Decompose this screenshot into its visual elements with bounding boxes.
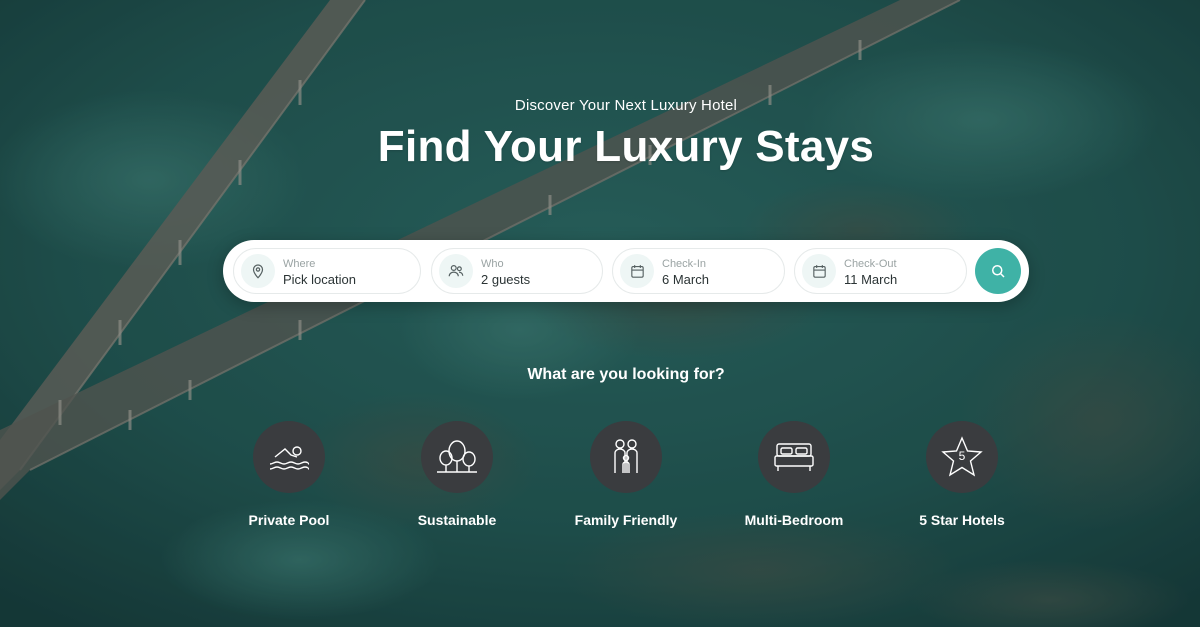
categories-heading: What are you looking for?	[527, 366, 725, 383]
category-sustainable[interactable]: Sustainable	[387, 421, 527, 528]
category-label: Private Pool	[248, 512, 330, 528]
check-out-field[interactable]: Check-Out 11 March	[794, 248, 967, 294]
search-button[interactable]	[975, 248, 1021, 294]
check-in-label: Check-In	[662, 258, 707, 270]
users-icon	[439, 254, 473, 288]
category-label: Family Friendly	[574, 512, 678, 528]
hero-title: Find Your Luxury Stays	[377, 122, 875, 171]
category-family-friendly[interactable]: Family Friendly	[556, 421, 696, 528]
calendar-icon	[620, 254, 654, 288]
trees-icon	[434, 438, 480, 476]
category-circle	[590, 421, 662, 493]
who-value: 2 guests	[481, 272, 531, 287]
category-circle: 5	[926, 421, 998, 493]
category-label: 5 Star Hotels	[919, 512, 1005, 528]
category-circle	[758, 421, 830, 493]
image-overlay	[0, 0, 1200, 627]
who-field[interactable]: Who 2 guests	[431, 248, 603, 294]
check-in-field[interactable]: Check-In 6 March	[612, 248, 785, 294]
category-circle	[253, 421, 325, 493]
where-value: Pick location	[283, 272, 356, 287]
where-label: Where	[283, 258, 316, 270]
check-in-value: 6 March	[662, 272, 709, 287]
check-out-value: 11 March	[844, 272, 898, 287]
category-label: Sustainable	[417, 512, 497, 528]
star-number: 5	[958, 449, 966, 463]
category-private-pool[interactable]: Private Pool	[219, 421, 359, 528]
calendar-icon	[802, 254, 836, 288]
bed-icon	[772, 440, 816, 474]
category-label: Multi-Bedroom	[744, 512, 844, 528]
hero-subtitle: Discover Your Next Luxury Hotel	[514, 97, 738, 114]
family-icon	[608, 437, 644, 477]
category-circle	[421, 421, 493, 493]
category-5-star-hotels[interactable]: 5 5 Star Hotels	[892, 421, 1032, 528]
search-icon	[989, 262, 1007, 280]
location-pin-icon	[241, 254, 275, 288]
who-label: Who	[481, 258, 504, 270]
star-5-icon: 5	[940, 436, 984, 478]
where-field[interactable]: Where Pick location	[233, 248, 421, 294]
search-bar: Where Pick location Who 2 guests Check-I…	[223, 240, 1029, 302]
check-out-label: Check-Out	[844, 258, 897, 270]
category-multi-bedroom[interactable]: Multi-Bedroom	[724, 421, 864, 528]
swimmer-icon	[267, 439, 311, 475]
